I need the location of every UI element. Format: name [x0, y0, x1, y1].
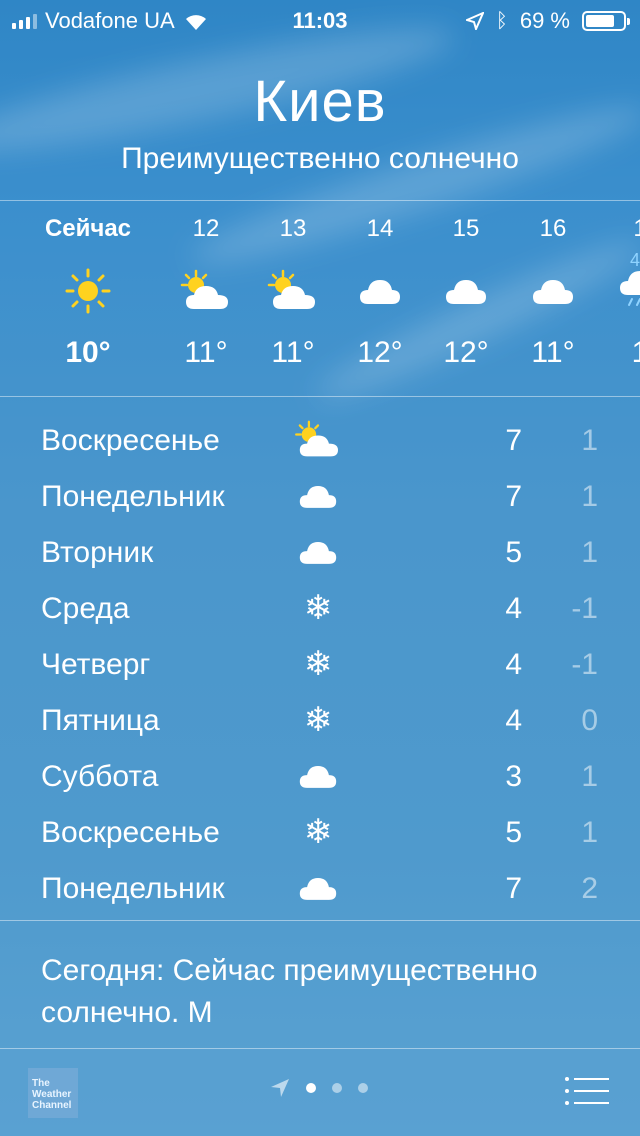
partly-cloudy-icon	[290, 418, 346, 462]
today-summary: Сегодня: Сейчас преимущественно солнечно…	[41, 954, 538, 1029]
hour-temp: 10°	[65, 336, 111, 369]
list-item: Понедельник 7 2	[0, 860, 640, 916]
hour-temp: 12°	[357, 336, 403, 369]
city-list-icon[interactable]	[564, 1076, 610, 1106]
high-temp: 5	[505, 816, 522, 849]
hour-column: 15 12°	[416, 212, 516, 370]
hour-label: 12	[192, 215, 220, 242]
hour-label: Сейчас	[44, 215, 132, 242]
partly-cloudy-icon	[243, 246, 343, 336]
city-name: Киев	[253, 69, 387, 134]
high-temp: 4	[505, 648, 522, 681]
day-name: Четверг	[41, 648, 151, 681]
high-temp: 4	[505, 592, 522, 625]
hourly-forecast[interactable]: Сейчас 10° 12 11° 13 11° 14 12° 15 12° 1…	[0, 212, 640, 392]
divider	[0, 1048, 640, 1049]
hour-temp: 1	[590, 336, 640, 370]
hour-temp: 11°	[531, 336, 575, 369]
weather-channel-logo[interactable]: The Weather Channel	[28, 1068, 78, 1118]
day-name: Вторник	[41, 536, 154, 569]
high-temp: 5	[505, 536, 522, 569]
page-dot[interactable]	[332, 1083, 342, 1093]
day-name: Воскресенье	[41, 424, 220, 457]
battery-icon	[582, 11, 630, 31]
partly-cloudy-icon	[156, 246, 256, 336]
high-temp: 7	[505, 872, 522, 905]
bluetooth-icon: ᛒ	[495, 9, 508, 32]
list-item: Четверг ❄ 4 -1	[0, 636, 640, 692]
sun-icon	[38, 246, 138, 336]
cloud-icon	[416, 246, 516, 336]
hour-label: 14	[366, 215, 394, 242]
high-temp: 7	[505, 480, 522, 513]
cloud-icon	[290, 866, 346, 910]
page-dot[interactable]	[306, 1083, 316, 1093]
cloud-icon	[330, 246, 430, 336]
high-temp: 7	[505, 424, 522, 457]
snowflake-icon: ❄	[303, 813, 333, 851]
divider	[0, 920, 640, 921]
cloud-icon	[503, 246, 603, 336]
hour-label: 13	[279, 215, 307, 242]
low-temp: 1	[581, 760, 598, 793]
hour-column: Сейчас 10°	[38, 212, 138, 370]
bottom-toolbar: The Weather Channel	[0, 1048, 640, 1136]
day-name: Среда	[41, 592, 130, 625]
cloud-icon	[290, 474, 346, 518]
hour-column: 14 12°	[330, 212, 430, 370]
hour-column: 13 11°	[243, 212, 343, 370]
snowflake-icon: ❄	[303, 645, 333, 683]
list-item: Суббота 3 1	[0, 748, 640, 804]
day-name: Суббота	[41, 760, 159, 793]
location-arrow-icon	[465, 12, 484, 30]
cloud-icon	[290, 754, 346, 798]
hour-column: 16 11°	[503, 212, 603, 370]
day-name: Понедельник	[41, 480, 225, 513]
day-name: Понедельник	[41, 872, 225, 905]
hour-column: 1 40 1	[590, 212, 640, 370]
low-temp: 0	[581, 704, 598, 737]
cloud-icon	[290, 530, 346, 574]
list-item: Воскресенье ❄ 5 1	[0, 804, 640, 860]
hour-label: 1	[633, 215, 640, 242]
hour-column: 12 11°	[156, 212, 256, 370]
low-temp: -1	[571, 592, 598, 625]
hour-label: 16	[539, 215, 567, 242]
list-item: Понедельник 7 1	[0, 468, 640, 524]
day-name: Воскресенье	[41, 816, 220, 849]
list-item: Пятница ❄ 4 0	[0, 692, 640, 748]
low-temp: 1	[581, 480, 598, 513]
hour-temp: 11°	[184, 336, 228, 369]
high-temp: 3	[505, 760, 522, 793]
high-temp: 4	[505, 704, 522, 737]
list-item: Вторник 5 1	[0, 524, 640, 580]
current-condition: Преимущественно солнечно	[121, 142, 519, 175]
list-item: Воскресенье 7 1	[0, 412, 640, 468]
page-indicator[interactable]	[270, 1078, 368, 1098]
hour-label: 15	[452, 215, 480, 242]
low-temp: -1	[571, 648, 598, 681]
hour-temp: 12°	[443, 336, 489, 369]
hour-temp: 11°	[271, 336, 315, 369]
list-item: Среда ❄ 4 -1	[0, 580, 640, 636]
low-temp: 1	[581, 536, 598, 569]
daily-forecast[interactable]: Воскресенье 7 1 Понедельник 7 1 Вторник …	[0, 412, 640, 916]
precip-chance: 40	[629, 250, 640, 270]
day-name: Пятница	[41, 704, 160, 737]
low-temp: 1	[581, 424, 598, 457]
battery-percent: 69 %	[519, 8, 570, 33]
page-dot[interactable]	[358, 1083, 368, 1093]
snowflake-icon: ❄	[303, 701, 333, 739]
snowflake-icon: ❄	[303, 589, 333, 627]
status-bar: Vodafone UA 11:03 ᛒ 69 %	[0, 0, 640, 40]
low-temp: 1	[581, 816, 598, 849]
divider	[0, 200, 640, 201]
low-temp: 2	[581, 872, 598, 905]
divider	[0, 396, 640, 397]
location-arrow-icon	[271, 1079, 289, 1097]
